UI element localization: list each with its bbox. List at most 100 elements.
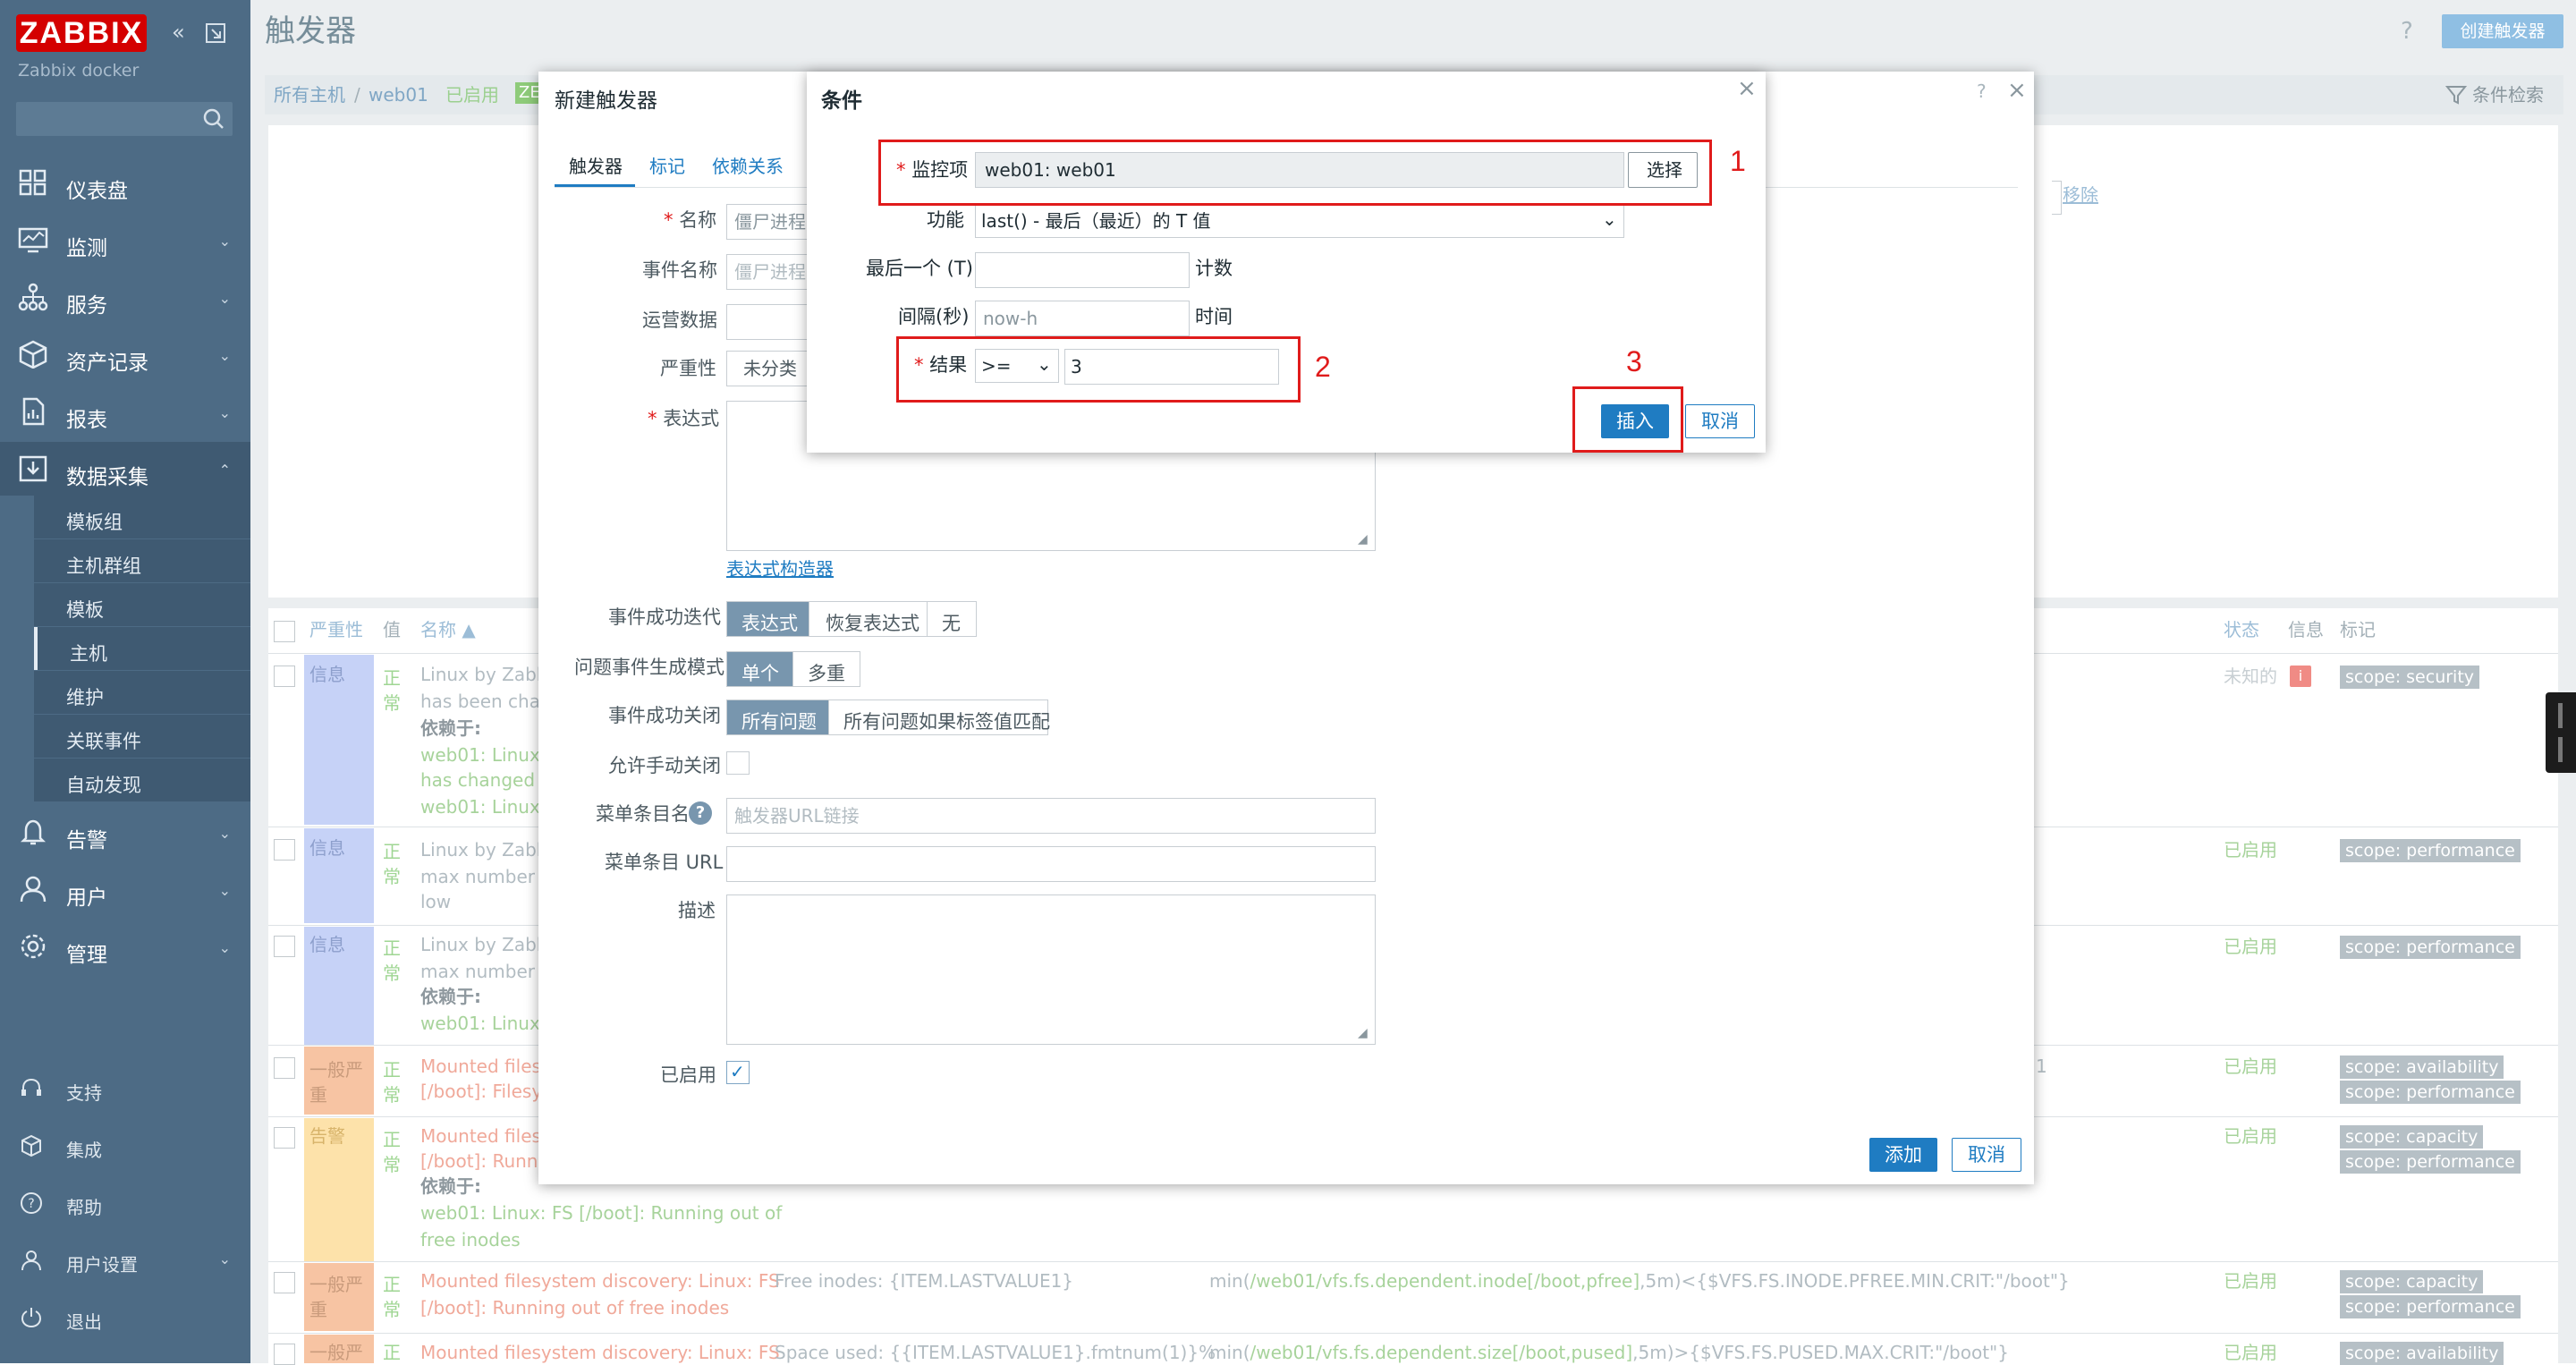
description-textarea[interactable]	[726, 894, 1376, 1045]
expression-constructor-link[interactable]: 表达式构造器	[726, 560, 834, 578]
help-icon[interactable]: ?	[2401, 20, 2413, 43]
column-header-name[interactable]: 名称 ▲	[420, 621, 476, 639]
tag-badge[interactable]: scope: availability	[2340, 1342, 2504, 1365]
trigger-name-line[interactable]: max number of	[420, 962, 558, 980]
tag-badge[interactable]: scope: performance	[2340, 936, 2521, 959]
last-count-input[interactable]	[975, 252, 1190, 288]
row-checkbox[interactable]	[274, 1272, 295, 1293]
expression-item-link[interactable]: /web01/vfs.fs.dependent.size[/boot,pused…	[1250, 1342, 1633, 1363]
sidebar-item-administration[interactable]: 管理 ⌄	[0, 920, 250, 973]
interval-input[interactable]: now-h	[975, 301, 1190, 336]
add-button[interactable]: 添加	[1869, 1138, 1937, 1172]
condition-cancel-button[interactable]: 取消	[1685, 404, 1755, 438]
row-checkbox[interactable]	[274, 839, 295, 861]
row-checkbox[interactable]	[274, 1344, 295, 1365]
create-trigger-button[interactable]: 创建触发器	[2442, 14, 2563, 48]
opdata-input[interactable]	[726, 304, 814, 340]
filter-toggle[interactable]: 条件检索	[2472, 86, 2544, 104]
status-label[interactable]: 未知的	[2224, 667, 2277, 685]
status-label[interactable]: 已启用	[2224, 937, 2277, 955]
dependency-link[interactable]: has changed	[420, 771, 535, 789]
tag-badge[interactable]: scope: performance	[2340, 1295, 2521, 1318]
search-icon[interactable]	[202, 107, 225, 131]
ok-close-all-problems[interactable]: 所有问题	[726, 699, 830, 735]
sidebar-item-alerts[interactable]: 告警 ⌄	[0, 805, 250, 859]
tab-tags[interactable]: 标记	[649, 157, 685, 175]
sidebar-subitem-correlation[interactable]: 关联事件	[34, 715, 250, 758]
status-label[interactable]: 已启用	[2224, 1344, 2277, 1361]
tab-trigger[interactable]: 触发器	[569, 157, 623, 175]
severity-option[interactable]: 未分类	[726, 351, 814, 386]
sidebar-footer-support[interactable]: 支持	[0, 1061, 250, 1115]
kiosk-icon[interactable]	[204, 21, 227, 45]
sidebar-subitem-templates[interactable]: 模板	[34, 583, 250, 626]
select-all-checkbox[interactable]	[274, 621, 295, 642]
row-checkbox[interactable]	[274, 1127, 295, 1149]
trigger-name-line[interactable]: Mounted filesystem discovery: Linux: FS	[420, 1272, 780, 1290]
tag-badge[interactable]: scope: performance	[2340, 1150, 2521, 1174]
name-input[interactable]: 僵尸进程	[726, 204, 814, 240]
row-checkbox[interactable]	[274, 666, 295, 687]
sidebar-subitem-maintenance[interactable]: 维护	[34, 671, 250, 714]
tab-dependencies[interactable]: 依赖关系	[712, 157, 784, 175]
filter-remove-link[interactable]: 移除	[2063, 186, 2098, 204]
filter-icon[interactable]	[2445, 84, 2467, 106]
recovery-option-none[interactable]: 无	[927, 601, 977, 637]
status-label[interactable]: 已启用	[2224, 841, 2277, 859]
sidebar-search-input[interactable]	[16, 102, 233, 136]
column-header-severity[interactable]: 严重性	[309, 621, 363, 639]
breadcrumb-all-hosts[interactable]: 所有主机	[274, 86, 345, 104]
trigger-name-line[interactable]: max number of	[420, 868, 558, 886]
sidebar-item-data-collection[interactable]: 数据采集 ⌃	[0, 442, 250, 496]
sidebar-subitem-template-groups[interactable]: 模板组	[34, 496, 250, 538]
column-header-status[interactable]: 状态	[2224, 621, 2259, 639]
status-label[interactable]: 已启用	[2224, 1057, 2277, 1075]
sidebar-footer-help[interactable]: ? 帮助	[0, 1175, 250, 1229]
trigger-cancel-button[interactable]: 取消	[1952, 1138, 2021, 1172]
trigger-dialog-help-icon[interactable]: ?	[1977, 82, 1987, 100]
problem-mode-multiple[interactable]: 多重	[792, 651, 860, 687]
expression-item-link[interactable]: /web01/vfs.fs.dependent.inode[/boot,pfre…	[1250, 1270, 1640, 1292]
ok-close-tag-match[interactable]: 所有问题如果标签值匹配	[828, 699, 1050, 735]
sidebar-subitem-discovery[interactable]: 自动发现	[34, 759, 250, 801]
info-icon[interactable]: i	[2290, 666, 2311, 687]
trigger-name-line[interactable]: [/boot]: Running out of free inodes	[420, 1299, 729, 1317]
dependency-link[interactable]: web01: Linux: FS [/boot]: Running out of	[420, 1204, 782, 1222]
sidebar-item-services[interactable]: 服务 ⌄	[0, 270, 250, 324]
tag-badge[interactable]: scope: performance	[2340, 839, 2521, 862]
sidebar-item-reports[interactable]: 报表 ⌄	[0, 385, 250, 438]
event-name-input[interactable]: 僵尸进程	[726, 254, 814, 290]
sidebar-item-dashboard[interactable]: 仪表盘	[0, 156, 250, 209]
manual-close-checkbox[interactable]	[726, 751, 750, 775]
recovery-option-expression[interactable]: 表达式	[726, 601, 810, 637]
sidebar-subitem-host-groups[interactable]: 主机群组	[34, 539, 250, 582]
sidebar-item-monitoring[interactable]: 监测 ⌄	[0, 213, 250, 267]
tag-badge[interactable]: scope: performance	[2340, 1081, 2521, 1104]
tag-badge[interactable]: scope: capacity	[2340, 1270, 2484, 1293]
status-label[interactable]: 已启用	[2224, 1127, 2277, 1145]
collapse-sidebar-icon[interactable]: «	[172, 21, 185, 43]
condition-close-icon[interactable]: ×	[1737, 77, 1757, 100]
sidebar-footer-integrations[interactable]: 集成	[0, 1118, 250, 1172]
menu-name-input[interactable]: 触发器URL链接	[726, 798, 1376, 834]
sidebar-footer-signout[interactable]: 退出	[0, 1290, 250, 1344]
row-checkbox[interactable]	[274, 936, 295, 957]
sidebar-footer-user-settings[interactable]: 用户设置 ⌄	[0, 1233, 250, 1286]
tag-badge[interactable]: scope: security	[2340, 666, 2480, 689]
menu-url-input[interactable]	[726, 846, 1376, 882]
menu-name-help-icon[interactable]: ?	[689, 801, 712, 825]
recovery-option-recovery-expression[interactable]: 恢复表达式	[809, 601, 928, 637]
function-select[interactable]: last() - 最后（最近）的 T 值 ⌄	[975, 204, 1624, 238]
tag-badge[interactable]: scope: availability	[2340, 1056, 2504, 1079]
row-checkbox[interactable]	[274, 1057, 295, 1079]
sidebar-item-users[interactable]: 用户 ⌄	[0, 862, 250, 916]
tag-badge[interactable]: scope: capacity	[2340, 1125, 2484, 1149]
sidebar-item-inventory[interactable]: 资产记录 ⌄	[0, 327, 250, 381]
trigger-dialog-close-icon[interactable]: ×	[2007, 79, 2027, 102]
zabbix-logo[interactable]: ZABBIX	[16, 14, 147, 52]
status-label[interactable]: 已启用	[2224, 1272, 2277, 1290]
breadcrumb-host[interactable]: web01	[369, 86, 428, 104]
trigger-name-line[interactable]: low	[420, 893, 451, 911]
problem-mode-single[interactable]: 单个	[726, 651, 794, 687]
sidebar-subitem-hosts[interactable]: 主机	[34, 627, 254, 670]
